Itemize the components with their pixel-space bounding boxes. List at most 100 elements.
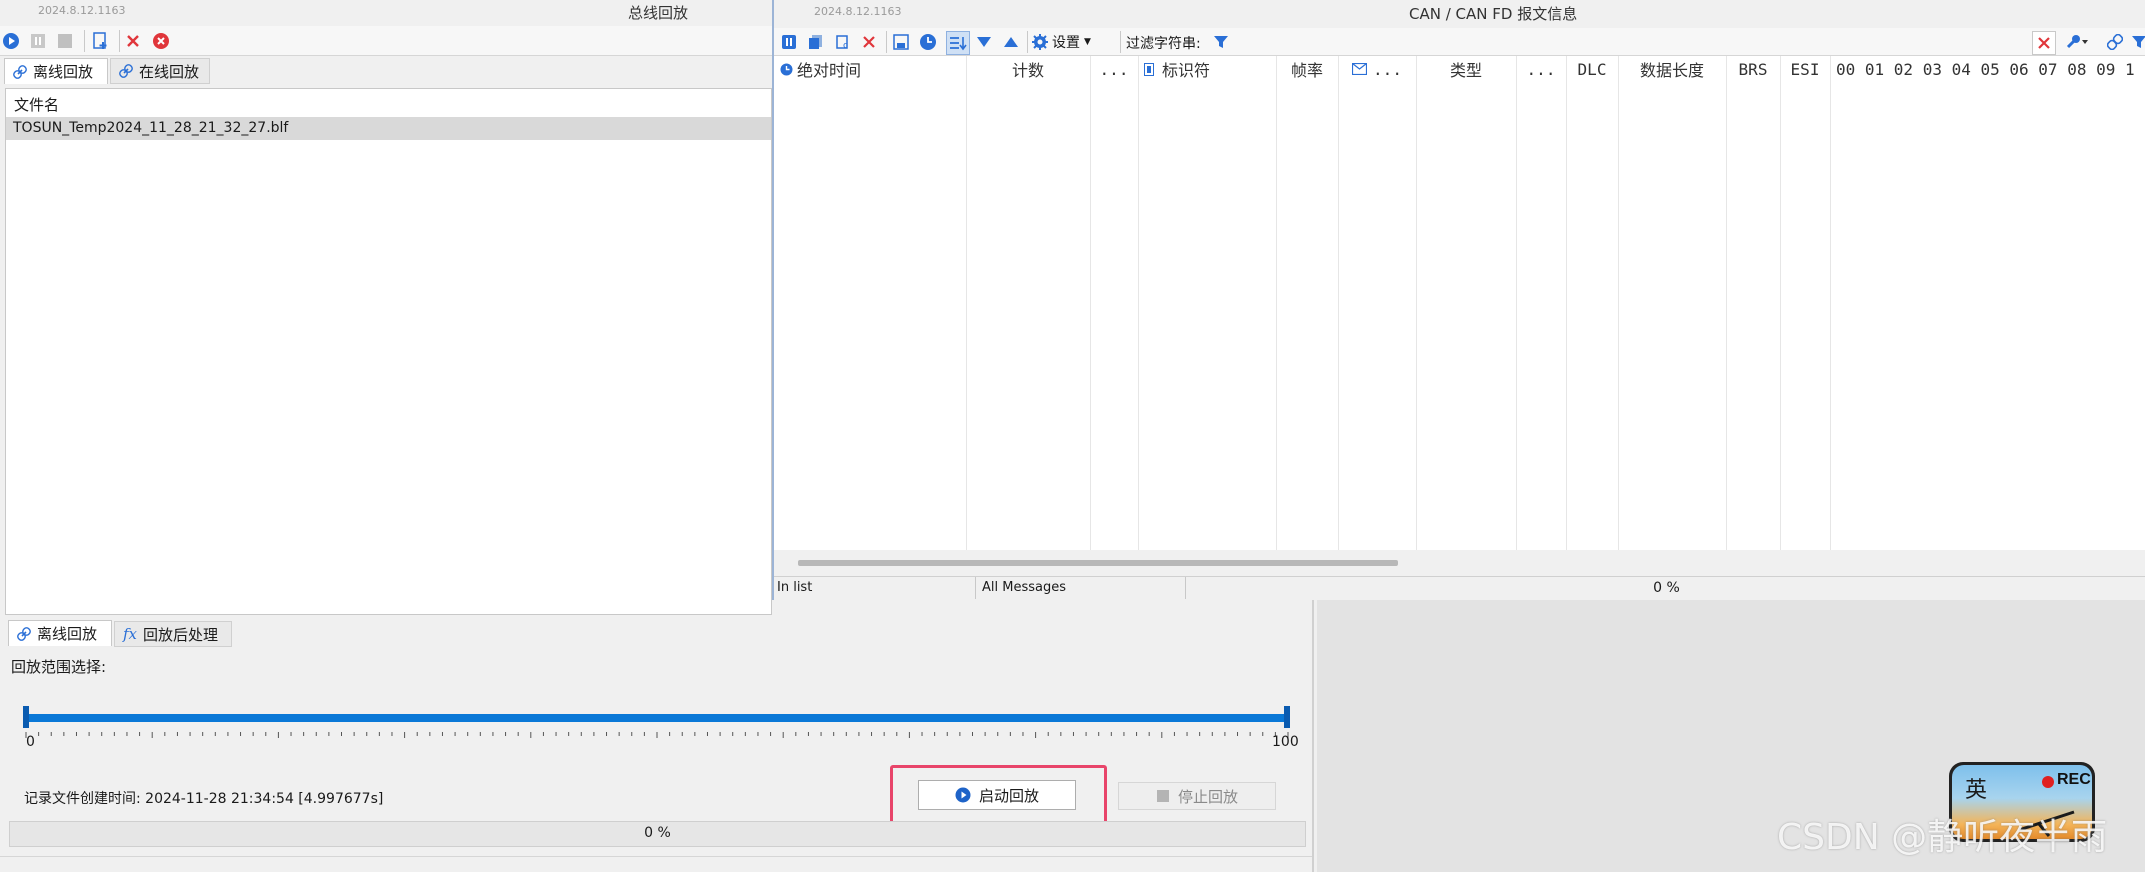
link-icon (17, 626, 31, 641)
column-header-frame-rate[interactable]: 帧率 (1276, 56, 1338, 82)
status-bar: In list All Messages 0 % (774, 576, 2145, 599)
toolbar-separator (886, 31, 887, 53)
left-version-label: 2024.8.12.1163 (38, 4, 126, 17)
copy-icon[interactable] (805, 31, 827, 53)
tab-online-replay[interactable]: 在线回放 (110, 58, 210, 84)
column-header-direction[interactable]: ... (1516, 56, 1566, 82)
column-label: 绝对时间 (797, 61, 862, 80)
sort-icon[interactable] (946, 31, 970, 55)
chevron-down-icon: ▼ (1084, 37, 1091, 47)
column-label: ... (1526, 59, 1556, 79)
message-grid: 绝对时间 计数 ... 标识符 帧率 ... 类型 ... DLC 数据长度 B… (774, 56, 2145, 550)
settings-dropdown[interactable]: 设置 ▼ (1032, 32, 1091, 52)
column-divider (1516, 56, 1517, 550)
scroll-down-icon[interactable] (973, 31, 995, 53)
range-end-handle[interactable] (1284, 706, 1290, 728)
column-header-data-length[interactable]: 数据长度 (1618, 56, 1726, 82)
toolbar-separator (119, 30, 120, 52)
filter-icon[interactable] (2130, 31, 2145, 53)
right-version-label: 2024.8.12.1163 (814, 5, 902, 18)
pause-icon[interactable] (27, 30, 49, 52)
column-divider (1138, 56, 1139, 550)
column-header-identifier[interactable]: 标识符 (1138, 56, 1276, 82)
clear-icon[interactable] (858, 31, 880, 53)
link-icon (119, 64, 133, 78)
column-header-filename[interactable]: 文件名 (14, 94, 59, 115)
tab-offline-replay[interactable]: 离线回放 (4, 58, 108, 84)
filter-icon[interactable] (1210, 31, 1232, 53)
right-window: 2024.8.12.1163 CAN / CAN FD 报文信息 c 设置 ▼ … (772, 0, 2145, 600)
file-created-label: 记录文件创建时间: 2024-11-28 21:34:54 [4.997677s… (24, 791, 384, 807)
left-bottom-strip (0, 856, 1312, 872)
link-icon[interactable] (2104, 31, 2126, 53)
toolbar-separator (1027, 31, 1028, 53)
stop-replay-label: 停止回放 (1177, 787, 1238, 806)
close-filter-icon[interactable] (2032, 31, 2056, 55)
status-in-list-text: In list (777, 580, 813, 595)
replay-progress-bar: 0 % (9, 821, 1306, 847)
clock-icon[interactable] (917, 31, 939, 53)
column-divider (966, 56, 967, 550)
delete-icon[interactable] (122, 30, 144, 52)
rec-dot-icon (2042, 776, 2054, 788)
column-header-message[interactable]: ... (1338, 56, 1416, 82)
right-toolbar: c 设置 ▼ 过滤字符串: (774, 28, 2145, 56)
column-divider (1726, 56, 1727, 550)
left-toolbar (0, 26, 772, 56)
range-ticks (25, 732, 1289, 738)
column-header-absolute-time[interactable]: 绝对时间 (780, 56, 966, 82)
status-in-list: In list (774, 577, 976, 599)
function-icon: fx (123, 625, 138, 643)
play-icon (955, 787, 971, 803)
replay-panel (5, 647, 1306, 849)
column-divider (1618, 56, 1619, 550)
file-row[interactable]: TOSUN_Temp2024_11_28_21_32_27.blf (6, 117, 771, 140)
column-header-data-bytes[interactable]: 00 01 02 03 04 05 06 07 08 09 1 (1836, 56, 2145, 82)
column-divider (1566, 56, 1567, 550)
save-icon[interactable] (890, 31, 912, 53)
column-label: 类型 (1449, 61, 1482, 80)
stop-replay-button[interactable]: 停止回放 (1118, 782, 1276, 810)
column-label: ... (1099, 59, 1129, 79)
column-header-brs[interactable]: BRS (1726, 56, 1780, 82)
start-replay-label: 启动回放 (978, 786, 1039, 805)
range-start-handle[interactable] (23, 706, 29, 728)
column-header-dlc[interactable]: DLC (1566, 56, 1618, 82)
column-divider (1416, 56, 1417, 550)
tools-icon[interactable] (2062, 31, 2092, 53)
column-header-type[interactable]: 类型 (1416, 56, 1516, 82)
column-label: DLC (1577, 59, 1607, 79)
range-track (24, 714, 1290, 722)
right-window-title: CAN / CAN FD 报文信息 (1409, 5, 1578, 23)
column-label: 计数 (1011, 61, 1044, 80)
tab-offline-replay-lower[interactable]: 离线回放 (8, 620, 112, 646)
scroll-up-icon[interactable] (1000, 31, 1022, 53)
range-slider[interactable] (23, 704, 1290, 744)
status-progress-text: 0 % (1653, 580, 1680, 596)
rec-label: REC (2057, 771, 2091, 788)
column-header-esi[interactable]: ESI (1780, 56, 1830, 82)
stop-icon (1156, 790, 1169, 802)
link-icon (13, 64, 27, 79)
add-file-icon[interactable] (89, 30, 111, 52)
clear-all-icon[interactable] (150, 30, 172, 52)
tab-post-processing[interactable]: fx 回放后处理 (114, 621, 232, 647)
copy-clipboard-icon[interactable]: c (832, 31, 854, 53)
column-divider (1090, 56, 1091, 550)
stop-icon[interactable] (54, 30, 76, 52)
right-title-bar: 2024.8.12.1163 CAN / CAN FD 报文信息 (774, 0, 2145, 26)
tab-label: 离线回放 (37, 625, 98, 643)
column-label: 数据长度 (1639, 61, 1704, 80)
file-list-header: 文件名 (6, 89, 771, 115)
pause-icon[interactable] (778, 31, 800, 53)
gear-icon (1032, 34, 1048, 50)
tab-label: 回放后处理 (143, 625, 219, 644)
play-icon[interactable] (0, 30, 22, 52)
start-replay-button[interactable]: 启动回放 (918, 780, 1076, 810)
toolbar-separator (1120, 31, 1121, 53)
column-header-channel[interactable]: ... (1090, 56, 1138, 82)
workspace-divider (1312, 600, 1314, 872)
column-header-count[interactable]: 计数 (966, 56, 1090, 82)
tab-label: 离线回放 (33, 63, 94, 81)
horizontal-scrollbar-thumb[interactable] (798, 560, 1398, 566)
